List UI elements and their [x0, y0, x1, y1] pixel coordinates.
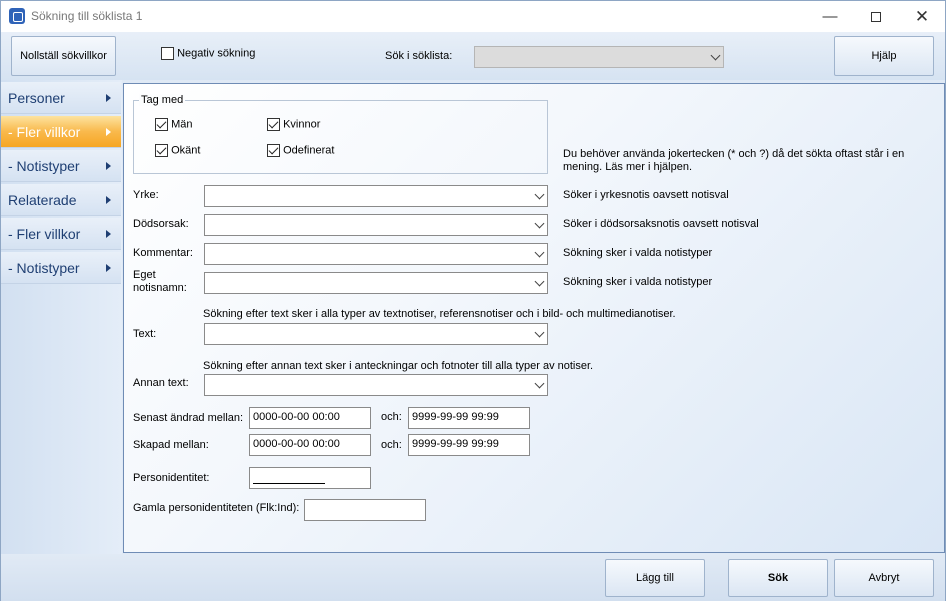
women-label: Kvinnor: [283, 118, 321, 131]
triangle-right-icon: [106, 162, 111, 170]
sidebar-item-label: - Fler villkor: [8, 226, 81, 242]
include-group-title: Tag med: [139, 94, 186, 106]
toolbar: [1, 32, 945, 80]
app-icon: [9, 8, 25, 24]
unknown-label: Okänt: [171, 144, 201, 157]
sidebar-item-related-more-criteria[interactable]: - Fler villkor: [1, 218, 121, 250]
sidebar-item-label: - Notistyper: [8, 260, 80, 276]
close-icon: ✕: [914, 6, 930, 26]
checkbox-checked-icon: [267, 144, 280, 157]
mask-underline: [253, 483, 325, 484]
women-checkbox[interactable]: Kvinnor: [267, 118, 320, 131]
search-in-list-label: Sök i söklista:: [385, 50, 453, 62]
chevron-down-icon: [534, 218, 545, 229]
occupation-label: Yrke:: [133, 189, 159, 201]
comment-hint: Sökning sker i valda notistyper: [563, 247, 713, 259]
sidebar-item-note-types[interactable]: - Notistyper: [1, 150, 121, 182]
checkbox-checked-icon: [155, 118, 168, 131]
death-cause-hint: Söker i dödsorsaksnotis oavsett notisval: [563, 218, 759, 230]
other-text-info: Sökning efter annan text sker i anteckni…: [203, 360, 594, 372]
comment-label: Kommentar:: [133, 247, 193, 259]
men-checkbox[interactable]: Män: [155, 118, 192, 131]
created-between-label: Skapad mellan:: [133, 439, 209, 451]
checkbox-icon: [161, 47, 174, 60]
own-note-name-combo[interactable]: [204, 272, 548, 294]
add-button[interactable]: Lägg till: [605, 559, 705, 597]
created-to-input[interactable]: 9999-99-99 99:99: [408, 434, 530, 456]
changed-between-label: Senast ändrad mellan:: [133, 412, 244, 424]
chevron-down-icon: [534, 378, 545, 389]
sidebar-item-label: - Notistyper: [8, 158, 80, 174]
help-button[interactable]: Hjälp: [834, 36, 934, 76]
chevron-down-icon: [534, 276, 545, 287]
maximize-button[interactable]: [853, 1, 899, 32]
sidebar-item-more-criteria[interactable]: - Fler villkor: [1, 116, 121, 148]
old-person-identity-input[interactable]: [304, 499, 426, 521]
changed-to-input[interactable]: 9999-99-99 99:99: [408, 407, 530, 429]
comment-combo[interactable]: [204, 243, 548, 265]
minimize-button[interactable]: —: [807, 1, 853, 32]
minimize-icon: —: [822, 8, 838, 25]
checkbox-checked-icon: [155, 144, 168, 157]
wildcard-hint: Du behöver använda jokertecken (* och ?)…: [563, 148, 905, 173]
undefined-checkbox[interactable]: Odefinerat: [267, 144, 334, 157]
sidebar-item-persons[interactable]: Personer: [1, 82, 121, 114]
title-bar: Sökning till söklista 1 — ✕: [1, 1, 945, 32]
triangle-right-icon: [106, 94, 111, 102]
chevron-down-icon: [710, 50, 721, 61]
other-text-label: Annan text:: [133, 377, 189, 389]
chevron-down-icon: [534, 327, 545, 338]
chevron-down-icon: [534, 189, 545, 200]
created-from-input[interactable]: 0000-00-00 00:00: [249, 434, 371, 456]
changed-and-label: och:: [381, 411, 402, 423]
own-note-name-label: Eget notisnamn:: [133, 269, 187, 294]
chevron-down-icon: [534, 247, 545, 258]
triangle-right-icon: [106, 264, 111, 272]
search-button[interactable]: Sök: [728, 559, 828, 597]
sidebar-item-related[interactable]: Relaterade: [1, 184, 121, 216]
sidebar-item-label: - Fler villkor: [8, 124, 81, 140]
checkbox-checked-icon: [267, 118, 280, 131]
sidebar-item-related-note-types[interactable]: - Notistyper: [1, 252, 121, 284]
old-person-identity-label: Gamla personidentiteten (Flk:Ind):: [133, 502, 300, 514]
occupation-hint: Söker i yrkesnotis oavsett notisval: [563, 189, 729, 201]
death-cause-label: Dödsorsak:: [133, 218, 189, 230]
changed-from-input[interactable]: 0000-00-00 00:00: [249, 407, 371, 429]
text-label: Text:: [133, 328, 157, 340]
undefined-label: Odefinerat: [283, 144, 335, 157]
text-combo[interactable]: [204, 323, 548, 345]
triangle-right-icon: [106, 128, 111, 136]
unknown-checkbox[interactable]: Okänt: [155, 144, 200, 157]
sidebar-item-label: Personer: [8, 90, 65, 106]
triangle-right-icon: [106, 230, 111, 238]
sidebar-item-label: Relaterade: [8, 192, 77, 208]
own-note-name-hint: Sökning sker i valda notistyper: [563, 276, 713, 288]
person-identity-input[interactable]: [249, 467, 371, 489]
reset-criteria-button[interactable]: Nollställ sökvillkor: [11, 36, 116, 76]
men-label: Män: [171, 118, 193, 131]
person-identity-label: Personidentitet:: [133, 472, 210, 484]
cancel-button[interactable]: Avbryt: [834, 559, 934, 597]
include-groupbox: [133, 100, 548, 174]
search-dialog: Sökning till söklista 1 — ✕ Nollställ sö…: [0, 0, 946, 601]
death-cause-combo[interactable]: [204, 214, 548, 236]
created-and-label: och:: [381, 439, 402, 451]
window-title: Sökning till söklista 1: [31, 9, 143, 23]
other-text-combo[interactable]: [204, 374, 548, 396]
maximize-icon: [871, 11, 881, 22]
close-button[interactable]: ✕: [899, 1, 945, 32]
occupation-combo[interactable]: [204, 185, 548, 207]
text-search-info: Sökning efter text sker i alla typer av …: [203, 308, 676, 320]
triangle-right-icon: [106, 196, 111, 204]
search-list-select[interactable]: [474, 46, 724, 68]
negative-search-checkbox[interactable]: Negativ sökning: [161, 47, 255, 60]
negative-search-label: Negativ sökning: [177, 47, 256, 60]
